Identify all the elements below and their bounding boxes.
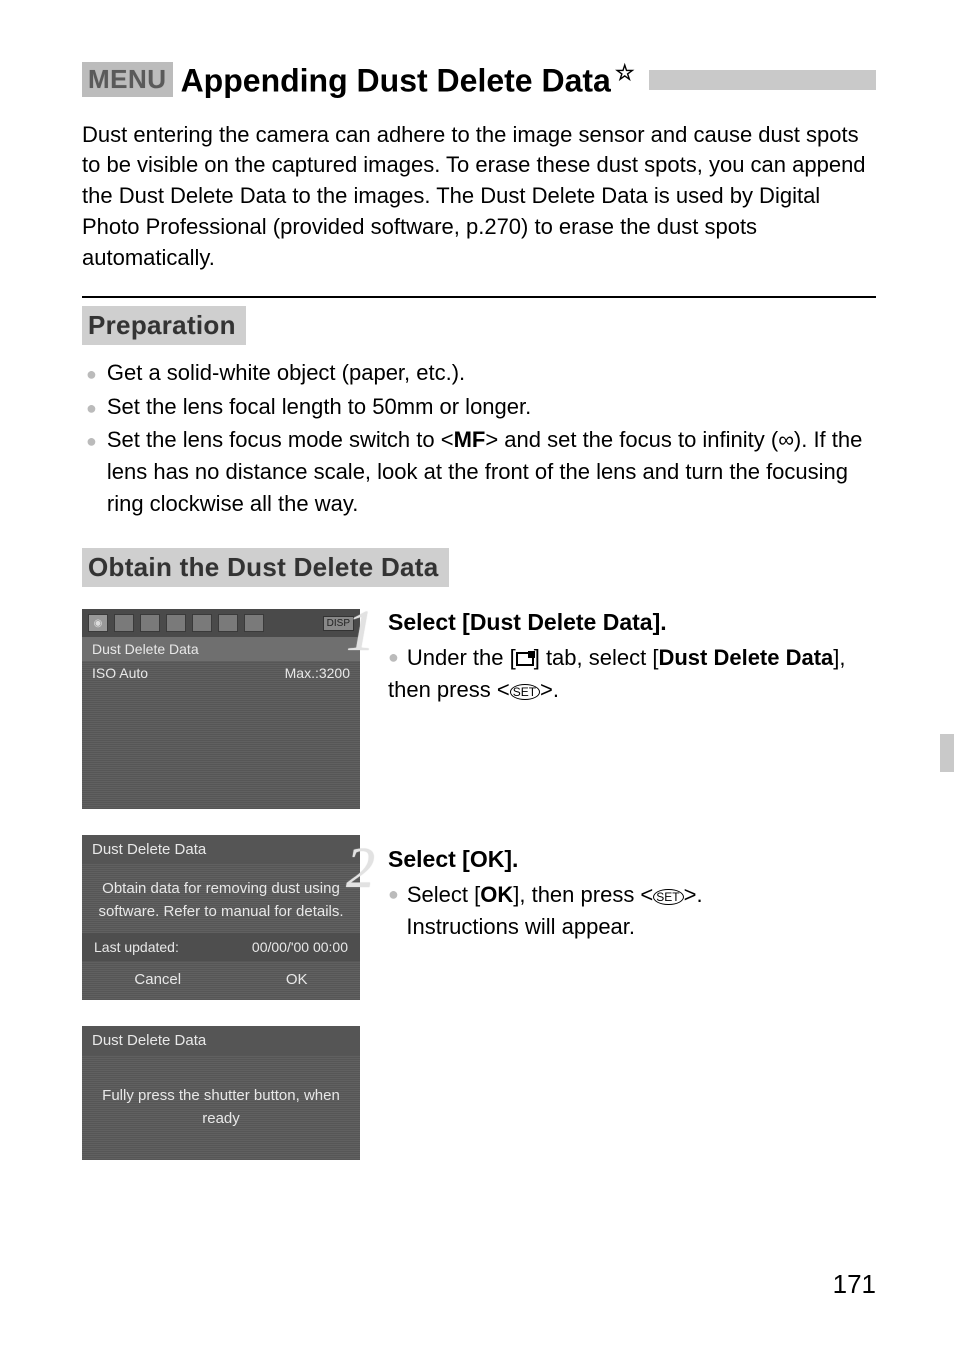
bullet-icon: ● — [86, 395, 97, 421]
screen-meta: Last updated: 00/00/'00 00:00 — [82, 933, 360, 961]
camera-screen-menu: ◉ DISP Dust Delete Data ISO AutoMax.:320… — [82, 609, 360, 809]
step-title: Select [OK]. — [388, 846, 876, 873]
bullet-icon: ● — [388, 644, 399, 670]
tab-icon — [192, 614, 212, 632]
bullet-icon: ● — [388, 881, 399, 907]
screen-header: Dust Delete Data — [82, 1026, 360, 1055]
tab-icon — [244, 614, 264, 632]
list-item: ●Set the lens focal length to 50mm or lo… — [86, 391, 876, 423]
step-number: 2 — [346, 834, 375, 901]
menu-row: Dust Delete Data — [82, 637, 360, 661]
preparation-heading: Preparation — [82, 306, 246, 345]
tab-icon: ◉ — [88, 614, 108, 632]
step-body: ●Select [OK], then press <SET>. Instruct… — [388, 879, 876, 943]
camera-icon — [516, 652, 534, 666]
obtain-heading: Obtain the Dust Delete Data — [82, 548, 449, 587]
screen-message: Obtain data for removing dust using soft… — [82, 864, 360, 933]
bullet-icon: ● — [86, 428, 97, 454]
tab-icon — [218, 614, 238, 632]
preparation-list: ●Get a solid-white object (paper, etc.).… — [82, 357, 876, 520]
set-icon: SET — [653, 889, 683, 905]
tab-icon — [166, 614, 186, 632]
step-1: 1 Select [Dust Delete Data]. ●Under the … — [380, 609, 876, 706]
tab-icon — [140, 614, 160, 632]
page-title-row: MENU Appending Dust Delete Data☆ — [82, 60, 876, 100]
intro-paragraph: Dust entering the camera can adhere to t… — [82, 120, 876, 274]
step-body: ●Under the [] tab, select [Dust Delete D… — [388, 642, 876, 706]
cancel-button[interactable]: Cancel — [134, 971, 181, 988]
page-number: 171 — [833, 1269, 876, 1300]
menu-badge: MENU — [82, 62, 173, 97]
camera-screen-confirm: Dust Delete Data Obtain data for removin… — [82, 835, 360, 1000]
star-icon: ☆ — [615, 60, 635, 85]
title-stripe — [649, 70, 876, 90]
page-title: Appending Dust Delete Data☆ — [181, 60, 635, 100]
step-number: 1 — [346, 597, 375, 664]
screen-header: Dust Delete Data — [82, 835, 360, 864]
list-item: ●Get a solid-white object (paper, etc.). — [86, 357, 876, 389]
menu-row: ISO AutoMax.:3200 — [82, 661, 360, 685]
divider — [82, 296, 876, 298]
step-2: 2 Select [OK]. ●Select [OK], then press … — [380, 846, 876, 943]
camera-screen-ready: Dust Delete Data Fully press the shutter… — [82, 1026, 360, 1160]
bullet-icon: ● — [86, 361, 97, 387]
step-title: Select [Dust Delete Data]. — [388, 609, 876, 636]
screen-message: Fully press the shutter button, when rea… — [82, 1055, 360, 1140]
side-tab — [940, 734, 954, 772]
list-item: ●Set the lens focus mode switch to <MF> … — [86, 424, 876, 520]
ok-button[interactable]: OK — [286, 971, 308, 988]
set-icon: SET — [510, 684, 540, 700]
tab-icon — [114, 614, 134, 632]
